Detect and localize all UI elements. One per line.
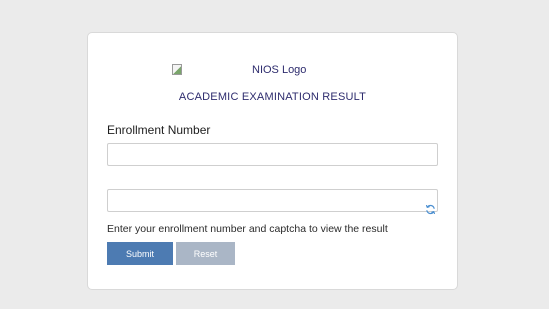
- help-text: Enter your enrollment number and captcha…: [107, 223, 388, 235]
- result-form-card: NIOS Logo ACADEMIC EXAMINATION RESULT En…: [87, 32, 458, 290]
- logo-alt-text: NIOS Logo: [252, 64, 307, 76]
- enrollment-input[interactable]: [107, 143, 438, 166]
- reset-button[interactable]: Reset: [176, 242, 235, 265]
- enrollment-label: Enrollment Number: [107, 123, 211, 137]
- submit-button[interactable]: Submit: [107, 242, 173, 265]
- captcha-input[interactable]: [107, 189, 438, 212]
- refresh-icon[interactable]: [425, 204, 436, 215]
- broken-image-icon: [172, 64, 182, 75]
- page-title: ACADEMIC EXAMINATION RESULT: [178, 91, 367, 103]
- logo: NIOS Logo: [172, 64, 332, 78]
